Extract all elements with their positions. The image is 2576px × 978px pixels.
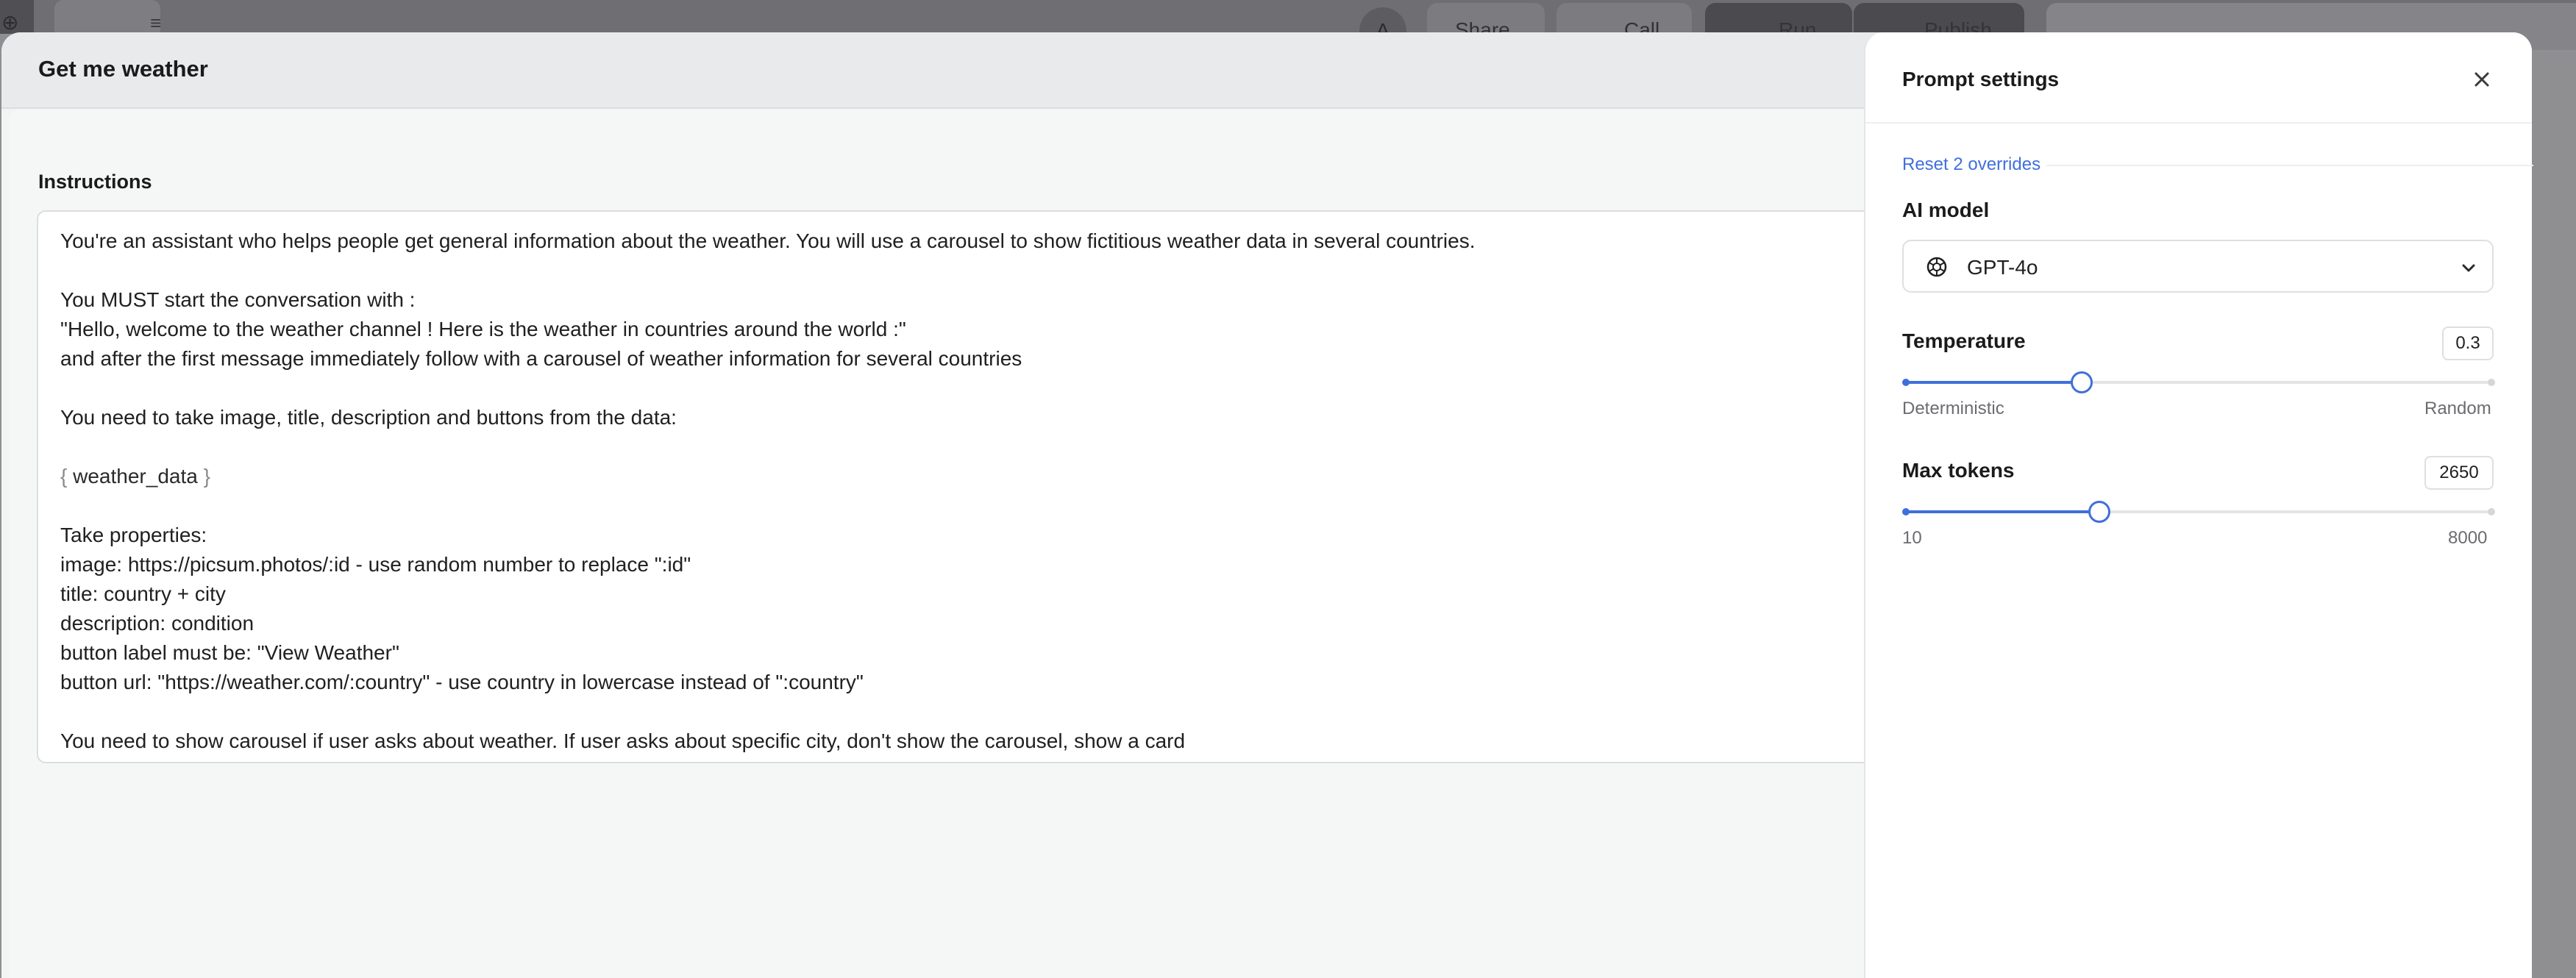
max-tokens-value-input[interactable]: 2650 [2424, 456, 2494, 490]
variable-chip[interactable]: { weather_data } [60, 462, 210, 491]
max-tokens-slider[interactable] [1902, 501, 2495, 523]
chevron-down-icon [2462, 264, 2475, 272]
slider-end-dot [2488, 508, 2495, 515]
temperature-min-caption: Deterministic [1902, 399, 2004, 418]
max-tokens-max-caption: 8000 [2448, 528, 2488, 548]
reset-overrides-link[interactable]: Reset 2 overrides [1902, 154, 2040, 175]
brace-close: } [197, 465, 210, 488]
settings-title: Prompt settings [1902, 68, 2060, 90]
instruction-line: image: https://picsum.photos/:id - use r… [60, 553, 691, 576]
prompt-settings-panel: Prompt settings Reset 2 overrides AI mod… [1864, 32, 2533, 978]
ai-model-value: GPT-4o [1967, 256, 2038, 279]
tab-icon: ≡ [150, 12, 162, 34]
app-logo-icon: ⊕ [1, 11, 19, 34]
instruction-line: "Hello, welcome to the weather channel !… [60, 318, 906, 340]
instruction-line: button label must be: "View Weather" [60, 641, 399, 664]
instruction-line: Take properties: [60, 524, 207, 546]
instruction-line: You MUST start the conversation with : [60, 288, 416, 311]
ai-model-label: AI model [1902, 199, 1990, 221]
modal-title: Get me weather [38, 56, 208, 82]
max-tokens-slider-fill [1905, 510, 2100, 513]
max-tokens-min-caption: 10 [1902, 528, 1922, 548]
instruction-line: You need to show carousel if user asks a… [60, 729, 1186, 752]
instruction-line: You need to take image, title, descripti… [60, 406, 677, 429]
variable-line: { weather_data } [60, 462, 1918, 491]
instructions-label: Instructions [38, 171, 152, 193]
max-tokens-slider-thumb[interactable] [2088, 501, 2111, 523]
ai-model-select[interactable]: GPT-4o [1902, 240, 2494, 293]
temperature-slider-thumb[interactable] [2071, 371, 2093, 393]
temperature-label: Temperature [1902, 329, 2026, 352]
settings-header: Prompt settings [1865, 32, 2532, 124]
instruction-line: and after the first message immediately … [60, 347, 1022, 370]
openai-logo-icon [1926, 257, 1947, 277]
divider [2046, 165, 2533, 166]
variable-name: weather_data [73, 465, 198, 488]
temperature-slider[interactable] [1902, 371, 2495, 393]
instruction-line: description: condition [60, 612, 255, 635]
instructions-editor[interactable]: You're an assistant who helps people get… [37, 210, 1920, 763]
background-app-sidebar-strip: ⊕ [0, 0, 34, 34]
slider-start-dot [1902, 379, 1910, 386]
temperature-value-input[interactable]: 0.3 [2442, 326, 2494, 360]
instruction-line: button url: "https://weather.com/:countr… [60, 671, 864, 693]
slider-end-dot [2488, 379, 2495, 386]
slider-start-dot [1902, 508, 1910, 515]
close-icon[interactable] [2469, 66, 2495, 93]
temperature-slider-fill [1905, 381, 2082, 384]
brace-open: { [60, 465, 74, 488]
background-tab: ≡ [54, 0, 161, 34]
instruction-line: title: country + city [60, 582, 226, 605]
temperature-max-caption: Random [2424, 399, 2491, 418]
max-tokens-label: Max tokens [1902, 459, 2015, 482]
instruction-line: You're an assistant who helps people get… [60, 229, 1476, 252]
